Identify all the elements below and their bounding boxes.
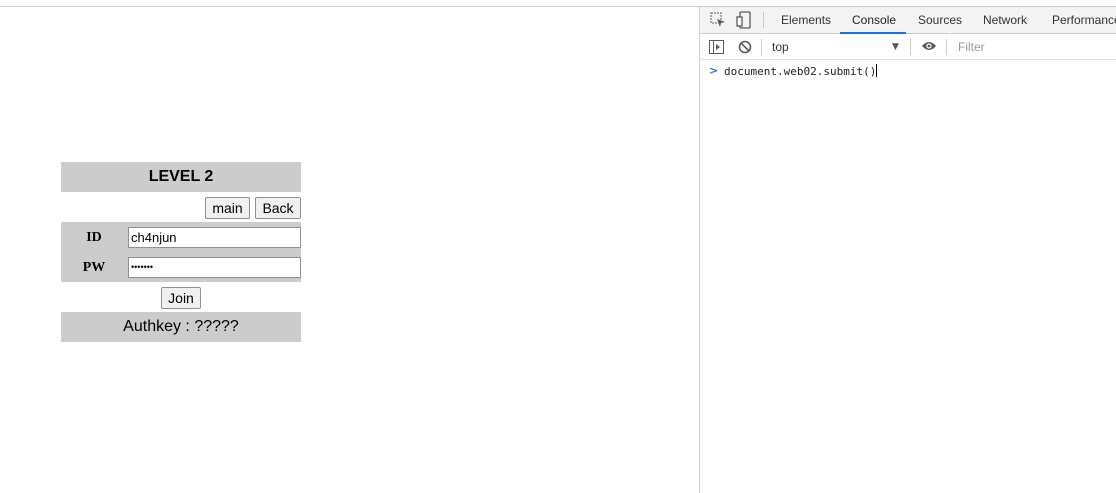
tabbar-divider <box>763 12 764 28</box>
devtools-panel: Elements Console Sources Network Perform… <box>699 7 1116 493</box>
active-tab-indicator <box>840 32 906 34</box>
clear-icon[interactable] <box>738 40 752 58</box>
console-input-line[interactable]: > document.web02.submit() <box>700 62 1116 80</box>
pw-input[interactable]: ••••••• <box>128 257 301 278</box>
eye-icon[interactable] <box>921 40 937 56</box>
back-button[interactable]: Back <box>255 197 301 219</box>
tab-network[interactable]: Network <box>983 7 1027 34</box>
toolbar-divider <box>761 39 762 55</box>
web-page: LEVEL 2 main Back ID ch4njun PW ••••••• … <box>0 7 699 493</box>
login-form: ID ch4njun PW ••••••• <box>61 222 301 282</box>
authkey-display: Authkey : ????? <box>61 312 301 342</box>
inspect-icon[interactable] <box>710 12 725 27</box>
device-icon[interactable] <box>736 11 751 29</box>
prompt-icon: > <box>709 64 719 77</box>
console-input-text: document.web02.submit() <box>724 65 877 78</box>
context-select[interactable]: top <box>764 38 904 56</box>
toolbar-divider <box>946 39 947 55</box>
devtools-tabbar: Elements Console Sources Network Perform… <box>700 7 1116 34</box>
sidebar-icon[interactable] <box>709 40 724 58</box>
tab-sources[interactable]: Sources <box>918 7 962 34</box>
filter-input[interactable]: Filter <box>952 38 1116 57</box>
level-title: LEVEL 2 <box>61 162 301 192</box>
tab-performance[interactable]: Performance <box>1052 7 1116 34</box>
tab-console[interactable]: Console <box>852 7 896 34</box>
id-input[interactable]: ch4njun <box>128 227 301 248</box>
join-button[interactable]: Join <box>161 287 201 309</box>
text-caret <box>876 64 878 77</box>
console-input[interactable]: document.web02.submit() <box>724 64 878 78</box>
toolbar-divider <box>910 39 911 55</box>
main-button[interactable]: main <box>205 197 250 219</box>
id-label: ID <box>86 230 102 245</box>
console-toolbar: top ▼ Filter <box>700 35 1116 60</box>
pw-label: PW <box>82 260 106 275</box>
dropdown-arrow-icon[interactable]: ▼ <box>892 42 899 52</box>
tab-elements[interactable]: Elements <box>781 7 831 34</box>
browser-top-edge <box>0 0 1116 7</box>
